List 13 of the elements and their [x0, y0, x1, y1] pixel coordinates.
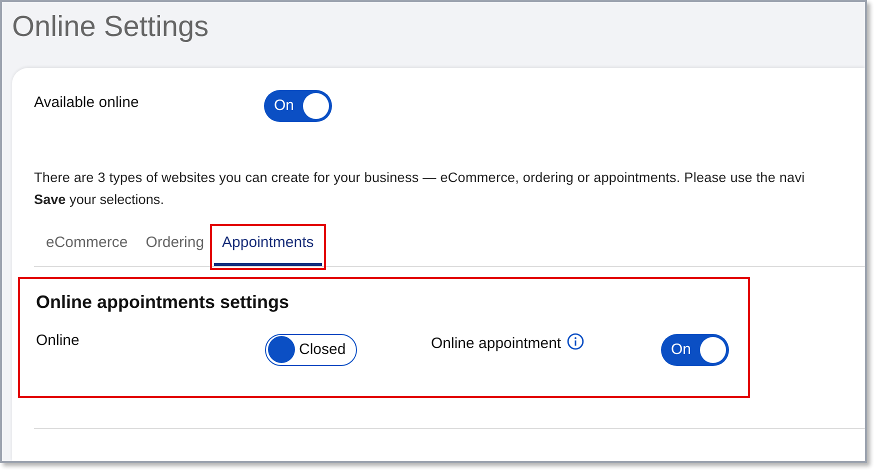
section-title: Online appointments settings — [36, 290, 290, 314]
toggle-switch[interactable]: On — [264, 90, 332, 122]
setting-label: Available online — [34, 93, 140, 113]
toggle-switch[interactable]: On — [661, 334, 729, 366]
page-title: Online Settings — [11, 10, 210, 45]
tab[interactable]: eCommerce — [46, 228, 128, 266]
setting-label: Online — [36, 330, 80, 351]
setting-label: Online appointment — [431, 334, 562, 354]
intro-text: There are 3 types of websites you can create for your business — eCommerce, ordering or appointments. Please use the navi — [34, 169, 806, 187]
tab[interactable]: Ordering — [146, 228, 204, 266]
info-icon[interactable] — [567, 332, 584, 350]
toggle-switch[interactable]: Closed — [265, 334, 357, 366]
intro-text: Save your selections. — [34, 191, 165, 210]
